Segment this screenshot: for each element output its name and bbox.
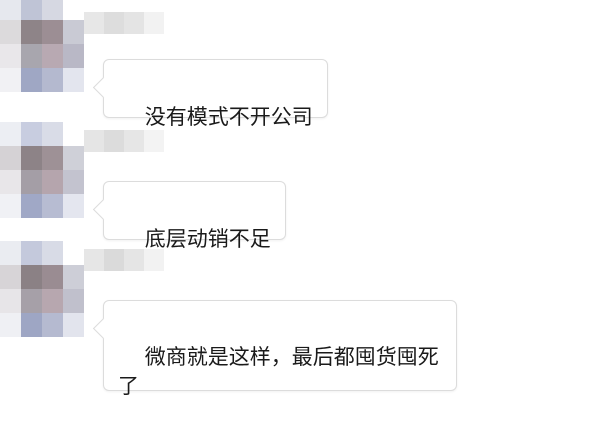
nickname-redacted [84, 249, 164, 271]
message-bubble[interactable]: 底层动销不足 [103, 181, 286, 251]
message-bubble[interactable]: 微商就是这样，最后都囤货囤死 了 [103, 300, 457, 398]
message-text: 底层动销不足 [144, 227, 271, 251]
avatar[interactable] [0, 0, 84, 92]
message-text: 没有模式不开公司 [144, 105, 313, 129]
avatar[interactable] [0, 241, 84, 337]
avatar[interactable] [0, 122, 84, 218]
nickname-redacted [84, 130, 164, 152]
message-text: 微商就是这样，最后都囤货囤死 了 [118, 345, 439, 398]
nickname-redacted [84, 12, 164, 34]
message-bubble[interactable]: 没有模式不开公司 [103, 59, 328, 129]
